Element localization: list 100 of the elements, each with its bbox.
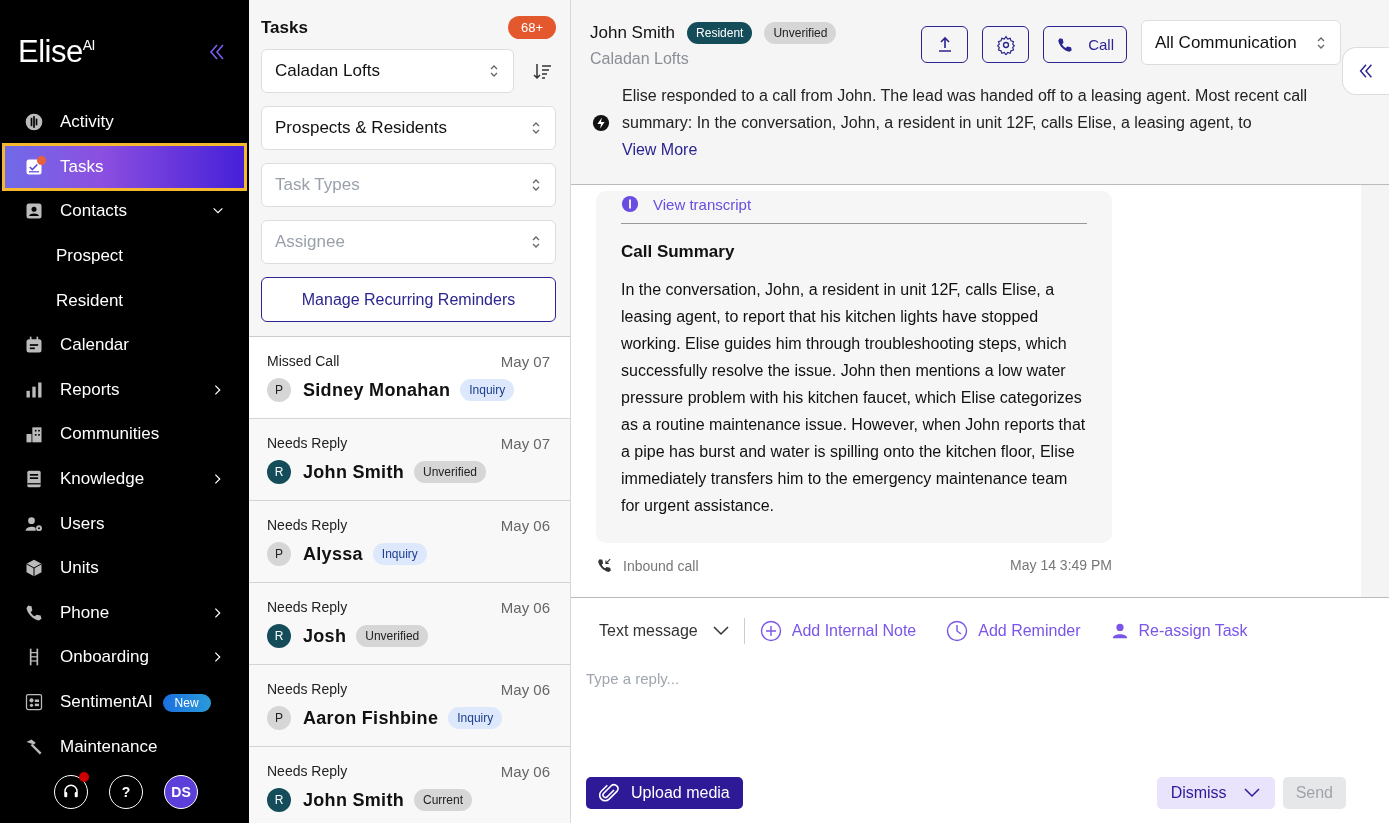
- contact-avatar: P: [267, 706, 291, 730]
- contact-tag: Unverified: [764, 22, 837, 44]
- contact-name: John Smith: [590, 23, 676, 43]
- nav-item[interactable]: Maintenance: [4, 724, 245, 769]
- nav-item[interactable]: Knowledge: [4, 456, 245, 502]
- contact-name: John Smith: [303, 461, 404, 483]
- pulse-icon: [24, 112, 44, 133]
- contact-tag: Unverified: [414, 461, 487, 483]
- select-field[interactable]: Caladan Lofts: [261, 49, 514, 93]
- double-chevron-left-icon: [1357, 62, 1375, 80]
- updown-icon: [531, 177, 541, 193]
- settings-button[interactable]: [982, 26, 1030, 63]
- new-badge: New: [162, 694, 211, 712]
- task-date: May 06: [500, 517, 550, 534]
- upload-media-button[interactable]: Upload media: [586, 777, 743, 809]
- manage-reminders-button[interactable]: Manage Recurring Reminders: [261, 277, 556, 322]
- message-time: May 14 3:49 PM: [1010, 557, 1112, 574]
- select-field[interactable]: Prospects & Residents: [261, 106, 556, 150]
- calendar-icon: [24, 335, 44, 356]
- composer-action[interactable]: Add Reminder: [931, 620, 1096, 642]
- nav-item[interactable]: Prospect: [4, 233, 245, 279]
- task-date: May 07: [500, 353, 550, 370]
- channel-select[interactable]: Text message: [586, 618, 745, 644]
- task-date: May 07: [500, 435, 550, 452]
- communication-select[interactable]: All Communication: [1141, 20, 1341, 65]
- count-badge: 68+: [507, 16, 556, 39]
- double-chevron-left-icon: [207, 42, 227, 62]
- transcript-link[interactable]: View transcript: [653, 195, 752, 213]
- cube-icon: [24, 558, 44, 579]
- contact-tag: Current: [414, 789, 472, 811]
- contact-tag: Inquiry: [460, 379, 515, 401]
- call-summary-text: In the conversation, John, a resident in unit 12F, calls Elise, a leasing agent, to report that his kitchen lights have stopped working. Elise guides him through troubleshooting steps, which successfully resolve the issue. John then mentions a low water pressure problem with his kitchen faucet, which Elise categorizes as a routine maintenance issue. However, when John reports that a pipe has burst and water is spilling onto the kitchen floor, Elise immediately transfers him to the emergency maintenance team for urgent assistance.: [621, 280, 1087, 516]
- phone-icon: [1056, 35, 1075, 54]
- book-icon: [24, 469, 44, 490]
- lightning-icon: [592, 113, 610, 132]
- summary-text: Elise responded to a call from John. The lead was handed off to a leasing agent. Most recent call summary: In the conversation, John, a resident in unit 12F, calls Elise, a leasing agent, to View More: [622, 86, 1309, 160]
- task-type: Needs Reply: [267, 763, 348, 780]
- contact-name: Sidney Monahan: [303, 379, 451, 401]
- task-type: Needs Reply: [267, 599, 348, 616]
- community-name: Caladan Lofts: [590, 50, 690, 68]
- task-type: Needs Reply: [267, 435, 348, 452]
- nav-item[interactable]: Tasks: [4, 144, 245, 190]
- nav-item[interactable]: Calendar: [4, 322, 245, 368]
- task-date: May 06: [500, 681, 550, 698]
- contact-name: John Smith: [303, 789, 404, 811]
- logo: Elise$^{AI}$: [18, 34, 95, 70]
- nav-item[interactable]: Phone: [4, 590, 245, 636]
- dismiss-button[interactable]: Dismiss: [1156, 777, 1275, 809]
- buildings-icon: [24, 424, 44, 445]
- person-icon: [1110, 622, 1129, 640]
- contact-name: Alyssa: [303, 543, 363, 565]
- task-item[interactable]: Missed Call May 07 P Sidney Monahan Inquiry: [249, 337, 570, 419]
- contact-avatar: P: [267, 378, 291, 402]
- contact-tag: Unverified: [356, 625, 429, 647]
- composer-action[interactable]: Add Internal Note: [744, 620, 932, 642]
- collapse-button[interactable]: [207, 42, 227, 62]
- task-type: Needs Reply: [267, 681, 348, 698]
- nav-item[interactable]: SentimentAI New: [4, 679, 245, 725]
- nav-item[interactable]: Resident: [4, 278, 245, 323]
- clock-icon: [946, 620, 969, 642]
- card-title: Call Summary: [621, 242, 736, 262]
- nav-item[interactable]: Units: [4, 545, 245, 591]
- view-more-link[interactable]: View More: [622, 141, 698, 158]
- user-avatar[interactable]: DS: [164, 775, 198, 809]
- contact-name: Josh: [303, 625, 347, 647]
- contact-tag: Inquiry: [448, 707, 503, 729]
- incoming-call-icon: [596, 557, 613, 574]
- updown-icon: [489, 63, 499, 79]
- help-button[interactable]: ?: [109, 775, 143, 809]
- nav-item[interactable]: Contacts: [4, 189, 245, 234]
- plus-circle-icon: [759, 620, 782, 642]
- updown-icon: [531, 120, 541, 136]
- nav-item[interactable]: Communities: [4, 412, 245, 457]
- expand-panel-button[interactable]: [1342, 47, 1389, 95]
- nav-item[interactable]: Users: [4, 501, 245, 546]
- panel-title: Tasks: [261, 17, 308, 38]
- task-type: Needs Reply: [267, 517, 348, 534]
- task-date: May 06: [500, 599, 550, 616]
- info-icon: [621, 195, 639, 213]
- nav-item[interactable]: Onboarding: [4, 635, 245, 680]
- contact-card-icon: [24, 201, 44, 222]
- contact-avatar: R: [267, 460, 291, 484]
- contact-tag: Resident: [687, 22, 753, 44]
- paperclip-icon: [599, 783, 619, 803]
- call-button[interactable]: Call: [1043, 26, 1127, 63]
- contact-avatar: R: [267, 624, 291, 648]
- dashboard-icon: [24, 692, 44, 712]
- task-type: Missed Call: [267, 353, 340, 370]
- nav-item[interactable]: Reports: [4, 367, 245, 413]
- settings-icon: [995, 34, 1016, 55]
- contact-tag: Inquiry: [372, 543, 427, 565]
- contact-avatar: R: [267, 788, 291, 812]
- contact-avatar: P: [267, 542, 291, 566]
- contact-name: Aaron Fishbine: [303, 707, 439, 729]
- sort-icon: [532, 61, 552, 81]
- task-date: May 06: [500, 763, 550, 780]
- updown-icon: [531, 234, 541, 250]
- export-button[interactable]: [921, 26, 969, 63]
- composer-action[interactable]: Re-assign Task: [1095, 622, 1263, 640]
- support-button[interactable]: [54, 775, 88, 809]
